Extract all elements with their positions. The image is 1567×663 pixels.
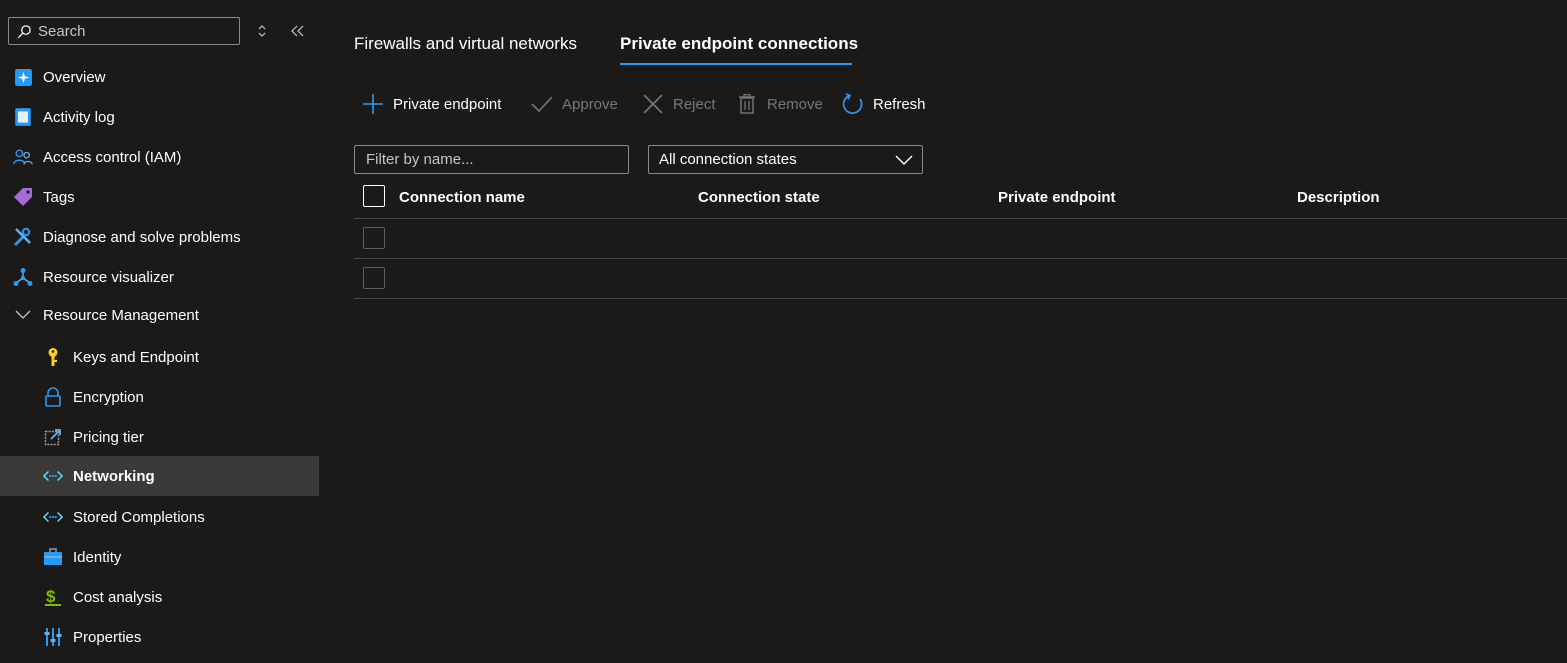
table-row-checkbox[interactable] [363,267,385,289]
table-divider [354,258,1567,259]
svg-text:$: $ [46,587,56,606]
network-graph-icon [13,267,33,287]
tab-private-endpoint-connections[interactable]: Private endpoint connections [620,34,858,66]
sidebar-group-resource-management[interactable]: Resource Management [0,295,319,335]
refresh-label: Refresh [873,95,926,113]
connection-state-dropdown[interactable]: All connection states [648,145,923,174]
sidebar-item-networking[interactable]: Networking [0,456,319,496]
sort-updown-icon[interactable] [253,22,271,40]
search-icon [17,24,31,38]
chevron-down-icon [895,153,913,170]
sidebar-item-overview[interactable]: Overview [0,57,319,97]
networking-icon [43,466,63,486]
remove-label: Remove [767,95,823,113]
table-divider [354,298,1567,299]
briefcase-icon [43,547,63,567]
sidebar-item-activity-log[interactable]: Activity log [0,97,319,137]
sidebar-item-label: Resource Management [43,306,199,324]
sidebar-item-label: Diagnose and solve problems [43,228,241,246]
select-all-checkbox[interactable] [363,185,385,207]
collapse-sidebar-icon[interactable] [289,22,307,40]
sidebar-item-label: Activity log [43,108,115,126]
sidebar-item-label: Tags [43,188,75,206]
sidebar-item-pricing-tier[interactable]: Pricing tier [0,417,319,457]
wrench-icon [13,227,33,247]
lock-icon [43,387,63,407]
sidebar-item-encryption[interactable]: Encryption [0,377,319,417]
filter-by-name-input[interactable] [354,145,629,174]
activity-log-icon [13,107,33,127]
sidebar-item-label: Access control (IAM) [43,148,182,166]
close-icon [642,93,664,115]
sidebar-item-access-control[interactable]: Access control (IAM) [0,137,319,177]
sidebar-item-label: Cost analysis [73,588,163,606]
sidebar-item-label: Resource visualizer [43,268,174,286]
approve-label: Approve [562,95,618,113]
sidebar-item-resource-visualizer[interactable]: Resource visualizer [0,257,319,297]
dollar-icon: $ [43,587,63,607]
sidebar-search[interactable] [8,17,240,45]
checkmark-icon [531,93,553,115]
sidebar-item-label: Pricing tier [73,428,144,446]
sidebar: Overview Activity log Access control (IA… [0,0,319,663]
sidebar-item-label: Keys and Endpoint [73,348,199,366]
sidebar-item-label: Networking [73,467,155,485]
plus-icon [362,93,384,115]
tab-firewalls[interactable]: Firewalls and virtual networks [354,34,577,66]
people-icon [13,147,33,167]
key-icon [43,347,63,367]
sidebar-item-label: Properties [73,628,142,646]
table-divider [354,218,1567,219]
column-header-connection-state[interactable]: Connection state [698,189,820,206]
search-input[interactable] [38,22,228,40]
table-row-checkbox[interactable] [363,227,385,249]
sidebar-item-keys-endpoint[interactable]: Keys and Endpoint [0,337,319,377]
chevron-down-icon [13,305,33,325]
approve-button[interactable]: Approve [531,90,618,118]
refresh-button[interactable]: Refresh [842,90,926,118]
column-header-description[interactable]: Description [1297,189,1380,206]
sidebar-item-tags[interactable]: Tags [0,177,319,217]
add-private-endpoint-button[interactable]: Private endpoint [362,90,501,118]
column-header-connection-name[interactable]: Connection name [399,189,525,206]
add-private-endpoint-label: Private endpoint [393,95,502,113]
properties-icon [43,627,63,647]
refresh-icon [842,93,864,115]
networking-icon [43,507,63,527]
sidebar-item-stored-completions[interactable]: Stored Completions [0,497,319,537]
sidebar-item-diagnose[interactable]: Diagnose and solve problems [0,217,319,257]
reject-button[interactable]: Reject [642,90,716,118]
sidebar-item-label: Overview [43,68,106,86]
tag-icon [13,187,33,207]
connection-state-selected: All connection states [659,151,797,168]
active-tab-indicator [620,63,852,65]
reject-label: Reject [673,95,716,113]
sidebar-item-properties[interactable]: Properties [0,617,319,657]
sidebar-item-identity[interactable]: Identity [0,537,319,577]
overview-icon [13,67,33,87]
sidebar-item-label: Identity [73,548,122,566]
external-edit-icon [43,427,63,447]
sidebar-item-label: Encryption [73,388,144,406]
remove-button[interactable]: Remove [736,90,823,118]
column-header-private-endpoint[interactable]: Private endpoint [998,189,1116,206]
trash-icon [736,93,758,115]
sidebar-item-label: Stored Completions [73,508,205,526]
sidebar-item-cost-analysis[interactable]: $ Cost analysis [0,577,319,617]
